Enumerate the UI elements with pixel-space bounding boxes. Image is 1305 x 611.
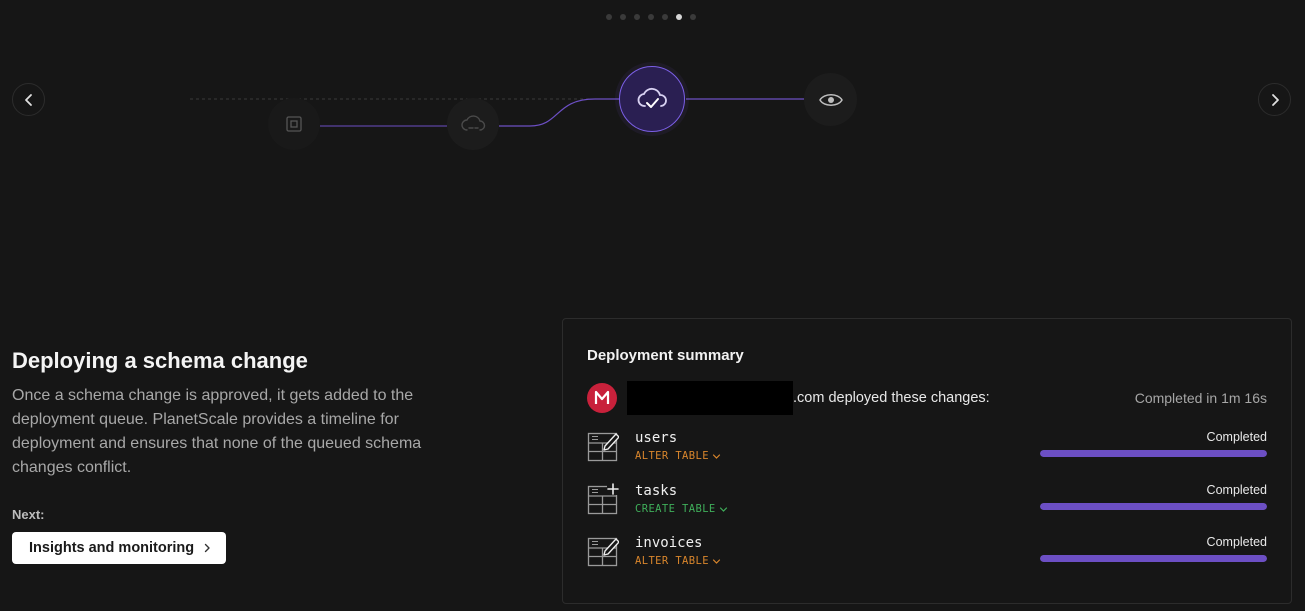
card-title: Deployment summary bbox=[587, 347, 744, 364]
progress-bar bbox=[1040, 555, 1267, 562]
copy-square-icon bbox=[286, 116, 302, 132]
next-step-label: Insights and monitoring bbox=[29, 540, 195, 556]
operation-label: ALTER TABLE bbox=[635, 555, 709, 567]
deploy-info: .com deployed these changes: Completed i… bbox=[587, 381, 1267, 415]
deployment-summary-card: Deployment summary .com deployed these c… bbox=[562, 318, 1292, 604]
table-name: invoices bbox=[635, 535, 703, 551]
avatar bbox=[587, 383, 617, 413]
next-label: Next: bbox=[12, 507, 45, 522]
timeline-step-review bbox=[804, 73, 857, 126]
timeline-step-sync bbox=[447, 98, 499, 150]
table-name: users bbox=[635, 430, 678, 446]
progress-bar bbox=[1040, 503, 1267, 510]
progress-fill bbox=[1040, 450, 1267, 457]
intro-section: Deploying a schema change Once a schema … bbox=[12, 346, 462, 480]
change-row-tasks: tasks CREATE TABLE Completed bbox=[587, 483, 1267, 523]
change-row-users: users ALTER TABLE Completed bbox=[587, 430, 1267, 470]
deploy-text: .com deployed these changes: bbox=[793, 390, 990, 406]
status-label: Completed bbox=[1206, 430, 1267, 444]
eye-icon bbox=[818, 93, 843, 106]
cloud-sync-icon bbox=[461, 115, 486, 131]
operation-toggle[interactable]: ALTER TABLE bbox=[635, 450, 721, 462]
completed-time: Completed in 1m 16s bbox=[1134, 390, 1267, 406]
page-title: Deploying a schema change bbox=[12, 348, 308, 373]
status-label: Completed bbox=[1206, 483, 1267, 497]
table-name: tasks bbox=[635, 483, 678, 499]
timeline-step-branch bbox=[268, 98, 320, 150]
table-edit-icon bbox=[587, 432, 619, 462]
chevron-right-icon bbox=[204, 543, 210, 553]
change-row-invoices: invoices ALTER TABLE Completed bbox=[587, 535, 1267, 575]
status-label: Completed bbox=[1206, 535, 1267, 549]
timeline-step-deploy-active bbox=[619, 66, 685, 132]
progress-fill bbox=[1040, 555, 1267, 562]
operation-toggle[interactable]: CREATE TABLE bbox=[635, 503, 728, 515]
cloud-check-icon bbox=[637, 87, 667, 108]
brand-logo-icon bbox=[594, 390, 610, 404]
next-step-button[interactable]: Insights and monitoring bbox=[12, 532, 226, 564]
progress-bar bbox=[1040, 450, 1267, 457]
timeline-curve bbox=[499, 98, 620, 127]
redacted-user bbox=[627, 381, 793, 415]
operation-label: CREATE TABLE bbox=[635, 503, 716, 515]
progress-fill bbox=[1040, 503, 1267, 510]
operation-label: ALTER TABLE bbox=[635, 450, 709, 462]
table-add-icon bbox=[587, 483, 619, 515]
table-edit-icon bbox=[587, 537, 619, 567]
intro-description: Once a schema change is approved, it get… bbox=[12, 387, 422, 476]
chevron-down-icon bbox=[712, 453, 721, 459]
chevron-down-icon bbox=[719, 506, 727, 512]
chevron-down-icon bbox=[712, 558, 721, 564]
operation-toggle[interactable]: ALTER TABLE bbox=[635, 555, 721, 567]
